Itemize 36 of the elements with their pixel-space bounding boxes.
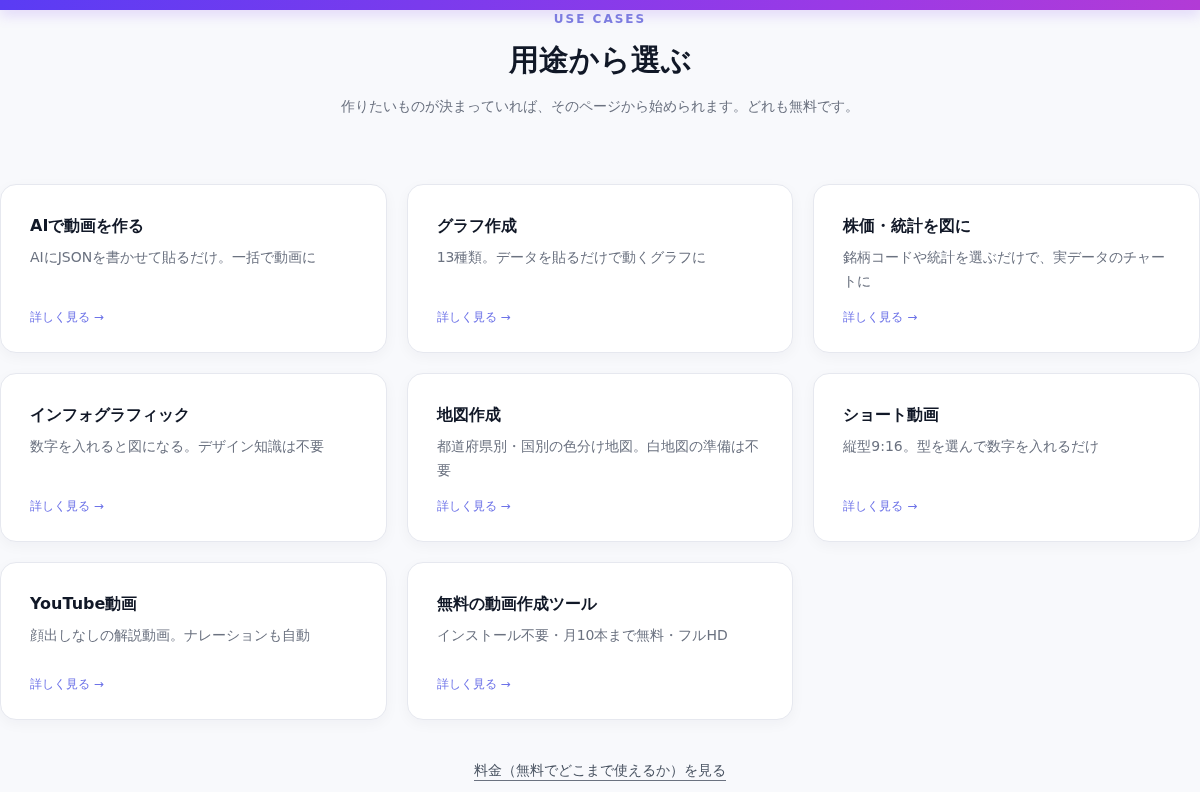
card-description: 都道府県別・国別の色分け地図。白地図の準備は不要	[436, 437, 760, 480]
card-title: グラフ作成	[436, 215, 518, 237]
details-link[interactable]: 詳しく見る →	[843, 309, 918, 326]
use-case-card[interactable]: 無料の動画作成ツール インストール不要・月10本まで無料・フルHD 詳しく見る →	[406, 562, 794, 720]
section-subtitle: 作りたいものが決まっていれば、そのページから始められます。どれも無料です。	[340, 97, 860, 116]
use-case-card[interactable]: グラフ作成 13種類。データを貼るだけで動くグラフに 詳しく見る →	[406, 184, 794, 353]
section-title: 用途から選ぶ	[507, 41, 693, 79]
details-link[interactable]: 詳しく見る →	[843, 498, 918, 515]
use-case-card[interactable]: 地図作成 都道府県別・国別の色分け地図。白地図の準備は不要 詳しく見る →	[406, 373, 794, 542]
section-eyebrow: USE CASES	[552, 12, 648, 26]
card-description: 銘柄コードや統計を選ぶだけで、実データのチャートに	[843, 248, 1167, 291]
use-case-card[interactable]: インフォグラフィック 数字を入れると図になる。デザイン知識は不要 詳しく見る →	[0, 373, 387, 542]
card-title: インフォグラフィック	[30, 404, 191, 426]
details-link[interactable]: 詳しく見る →	[30, 676, 104, 693]
use-case-card[interactable]: YouTube動画 顔出しなしの解説動画。ナレーションも自動 詳しく見る →	[0, 562, 387, 720]
card-title: YouTube動画	[30, 593, 139, 615]
card-title: 無料の動画作成ツール	[436, 593, 598, 615]
card-description: 縦型9:16。型を選んで数字を入れるだけ	[843, 437, 1100, 456]
card-title: ショート動画	[843, 404, 941, 426]
card-description: AIにJSONを書かせて貼るだけ。一括で動画に	[30, 248, 318, 267]
use-case-card[interactable]: ショート動画 縦型9:16。型を選んで数字を入れるだけ 詳しく見る →	[813, 373, 1200, 542]
card-description: 数字を入れると図になる。デザイン知識は不要	[30, 437, 325, 456]
details-link[interactable]: 詳しく見る →	[30, 309, 104, 326]
card-title: 株価・統計を図に	[843, 215, 973, 237]
card-description: 13種類。データを貼るだけで動くグラフに	[436, 248, 708, 267]
card-description: 顔出しなしの解説動画。ナレーションも自動	[30, 626, 311, 645]
details-link[interactable]: 詳しく見る →	[436, 309, 511, 326]
card-title: AIで動画を作る	[30, 215, 146, 237]
details-link[interactable]: 詳しく見る →	[30, 498, 104, 515]
use-case-card[interactable]: 株価・統計を図に 銘柄コードや統計を選ぶだけで、実データのチャートに 詳しく見る →	[813, 184, 1200, 353]
use-case-card[interactable]: AIで動画を作る AIにJSONを書かせて貼るだけ。一括で動画に 詳しく見る →	[0, 184, 387, 353]
details-link[interactable]: 詳しく見る →	[436, 676, 511, 693]
card-description: インストール不要・月10本まで無料・フルHD	[436, 626, 729, 645]
details-link[interactable]: 詳しく見る →	[436, 498, 511, 515]
pricing-link[interactable]: 料金（無料でどこまで使えるか）を見る	[474, 762, 726, 781]
card-title: 地図作成	[436, 404, 502, 426]
